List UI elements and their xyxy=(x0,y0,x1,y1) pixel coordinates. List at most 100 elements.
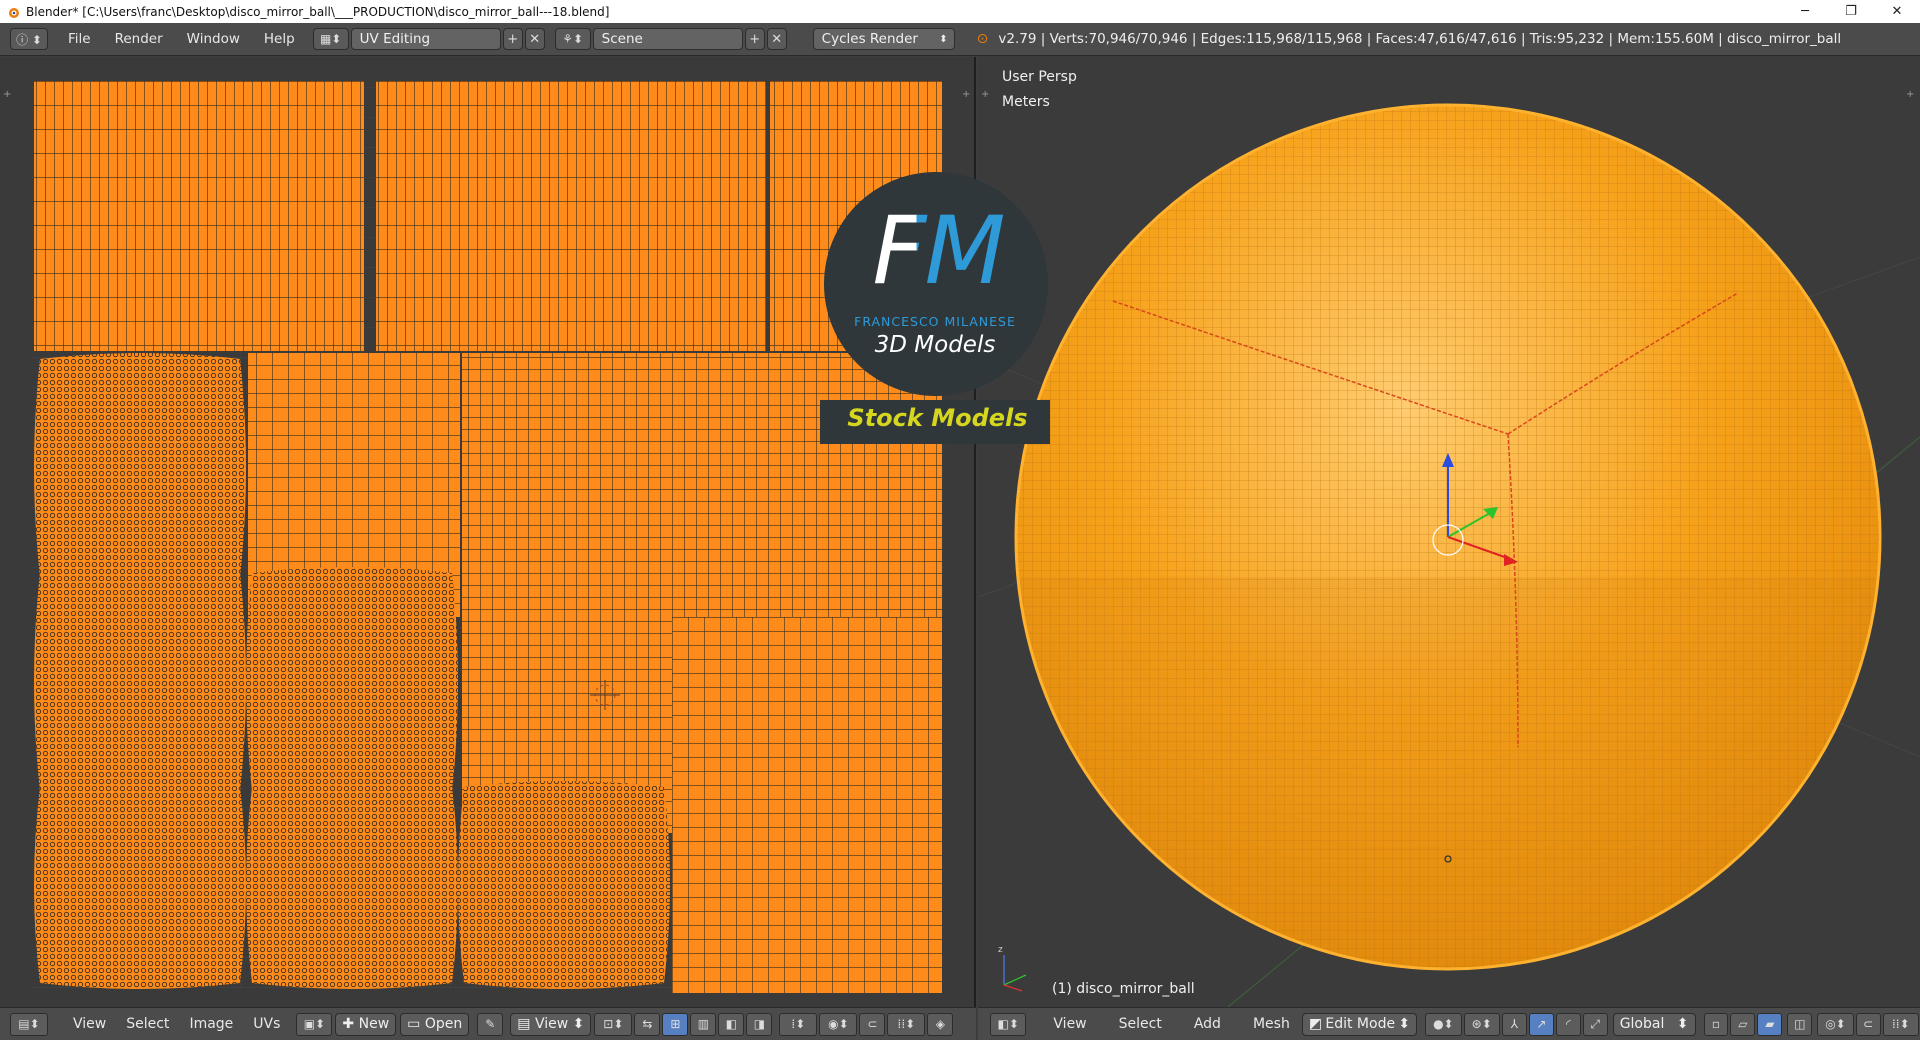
scene-selector-button[interactable]: ⚘⬍ xyxy=(554,28,591,50)
snap-element-icon: ⁞⁞⬍ xyxy=(1891,1017,1910,1031)
face-select-mode[interactable]: ▰ xyxy=(1757,1012,1783,1036)
scopes-button[interactable]: ◈ xyxy=(927,1012,954,1036)
magnet-icon: ⊂ xyxy=(867,1017,878,1031)
proportional-edit-toggle[interactable]: ◉⬍ xyxy=(819,1012,858,1036)
pivot-select[interactable]: ⊡⬍ xyxy=(594,1012,633,1036)
image-browse-button[interactable]: ▣⬍ xyxy=(296,1012,333,1036)
plus-icon: + xyxy=(749,31,761,47)
3d-viewport[interactable]: z + + User Persp Meters (1) disco_mirror… xyxy=(978,57,1920,1007)
scale-manipulator[interactable]: ⤢ xyxy=(1582,1012,1608,1036)
v3d-menu-view[interactable]: View xyxy=(1043,1016,1096,1032)
svg-text:z: z xyxy=(998,945,1003,955)
menu-help[interactable]: Help xyxy=(252,31,307,47)
snap-element-select[interactable]: ⁞⁞⬍ xyxy=(1882,1012,1919,1036)
sync-selection-toggle[interactable]: ⇆ xyxy=(634,1012,661,1036)
info-header: ⓘ ⬍ File Render Window Help ▦⬍ UV Editin… xyxy=(0,23,1920,56)
occlude-icon: ◫ xyxy=(1794,1017,1806,1031)
pivot-icon: ⊛⬍ xyxy=(1471,1017,1492,1031)
v3d-menu-mesh[interactable]: Mesh xyxy=(1243,1016,1300,1032)
scene-name: Scene xyxy=(601,31,643,47)
new-image-button[interactable]: ✚ New xyxy=(335,1012,397,1036)
dropdown-arrows-icon: ⬍ xyxy=(1398,1016,1411,1032)
minimize-button[interactable]: ─ xyxy=(1782,0,1828,23)
editor-type-button[interactable]: ⓘ ⬍ xyxy=(10,28,48,50)
island-select-mode[interactable]: ◨ xyxy=(746,1012,773,1036)
view-mode-select[interactable]: ▤ View ⬍ xyxy=(510,1012,592,1036)
svg-text:+: + xyxy=(981,89,989,100)
blender-logo-icon xyxy=(9,7,19,18)
view-mode-icon: ▤ xyxy=(517,1016,535,1032)
vertex-select-mode[interactable]: ⊞ xyxy=(662,1012,689,1036)
uv-editor-header: ▤⬍ View Select Image UVs ▣⬍ ✚ New ▭ Open… xyxy=(0,1007,976,1040)
snap-element-icon: ⁞⁞⬍ xyxy=(897,1017,916,1031)
vertex-select-icon: ⊞ xyxy=(670,1017,681,1031)
close-button[interactable]: ✕ xyxy=(1874,0,1920,23)
maximize-button[interactable]: ❐ xyxy=(1828,0,1874,23)
face-select-mode[interactable]: ◧ xyxy=(718,1012,745,1036)
v3d-menu-add[interactable]: Add xyxy=(1184,1016,1231,1032)
snap-toggle[interactable]: ⊂ xyxy=(1855,1012,1881,1036)
logo-company: FRANCESCO MILANESE xyxy=(854,314,1016,329)
add-scene-button[interactable]: + xyxy=(744,28,765,50)
uv-menu-select[interactable]: Select xyxy=(116,1016,179,1032)
editor-type-button[interactable]: ◧⬍ xyxy=(990,1012,1027,1036)
menu-render[interactable]: Render xyxy=(103,31,175,47)
snap-toggle[interactable]: ⊂ xyxy=(859,1012,886,1036)
vertex-select-icon: ▫ xyxy=(1711,1017,1721,1031)
menu-file[interactable]: File xyxy=(56,31,103,47)
translate-manipulator[interactable]: ↗ xyxy=(1528,1012,1554,1036)
edge-select-mode[interactable]: ▱ xyxy=(1730,1012,1756,1036)
image-editor-icon: ▤⬍ xyxy=(18,1017,40,1031)
delete-scene-button[interactable]: ✕ xyxy=(766,28,787,50)
layout-name-field[interactable]: UV Editing xyxy=(350,28,501,50)
logo-banner: Stock Models xyxy=(847,404,1028,432)
scale-icon: ⤢ xyxy=(1590,1016,1601,1031)
interaction-mode-select[interactable]: ◩ Edit Mode ⬍ xyxy=(1301,1012,1418,1036)
rotate-manipulator[interactable]: ◜ xyxy=(1555,1012,1581,1036)
proportional-edit-icon: ◉⬍ xyxy=(828,1017,849,1031)
v3d-menu-select[interactable]: Select xyxy=(1109,1016,1172,1032)
add-layout-button[interactable]: + xyxy=(502,28,523,50)
x-icon: ✕ xyxy=(529,31,541,47)
uv-menu-uvs[interactable]: UVs xyxy=(243,1016,290,1032)
x-icon: ✕ xyxy=(771,31,783,47)
layout-name: UV Editing xyxy=(359,31,431,47)
uv-menu-image[interactable]: Image xyxy=(179,1016,243,1032)
folder-icon: ▭ xyxy=(407,1016,425,1032)
window-title: Blender* [C:\Users\franc\Desktop\disco_m… xyxy=(26,4,610,19)
render-engine-select[interactable]: Cycles Render ⬍ xyxy=(812,28,955,50)
viewport-canvas[interactable]: z + + xyxy=(978,57,1920,1007)
svg-text:+: + xyxy=(962,89,970,100)
editor-type-button[interactable]: ▤⬍ xyxy=(10,1012,48,1036)
occlude-geometry-toggle[interactable]: ◫ xyxy=(1787,1012,1813,1036)
pivot-point-select[interactable]: ⊛⬍ xyxy=(1463,1012,1500,1036)
viewport-shading-select[interactable]: ●⬍ xyxy=(1425,1012,1462,1036)
sticky-select-mode[interactable]: ⁞⬍ xyxy=(779,1012,818,1036)
pin-button[interactable]: ✎ xyxy=(477,1012,504,1036)
sync-icon: ⇆ xyxy=(642,1017,653,1031)
edit-mode-icon: ◩ xyxy=(1308,1016,1323,1032)
logo-letters: FM xyxy=(848,202,1028,302)
proportional-edit-toggle[interactable]: ◎⬍ xyxy=(1817,1012,1854,1036)
face-select-icon: ◧ xyxy=(725,1017,738,1031)
pivot-icon: ⊡⬍ xyxy=(603,1017,624,1031)
delete-layout-button[interactable]: ✕ xyxy=(524,28,545,50)
manipulator-icon: ⅄ xyxy=(1510,1017,1519,1031)
3d-view-header: ◧⬍ View Select Add Mesh ◩ Edit Mode ⬍ ●⬍… xyxy=(978,1007,1920,1040)
plus-icon: ✚ xyxy=(342,1016,359,1032)
uv-menu-view[interactable]: View xyxy=(63,1016,116,1032)
interaction-mode-label: Edit Mode xyxy=(1325,1016,1396,1032)
face-select-icon: ▰ xyxy=(1765,1017,1775,1031)
island-select-icon: ◨ xyxy=(753,1017,766,1031)
edge-select-mode[interactable]: ▥ xyxy=(690,1012,717,1036)
edge-select-icon: ▱ xyxy=(1738,1017,1748,1031)
open-image-button[interactable]: ▭ Open xyxy=(400,1012,470,1036)
transform-orientation-select[interactable]: Global ⬍ xyxy=(1612,1012,1696,1036)
manipulator-toggle[interactable]: ⅄ xyxy=(1501,1012,1527,1036)
watermark-logo: FM FRANCESCO MILANESE 3D Models Stock Mo… xyxy=(820,172,1050,444)
vertex-select-mode[interactable]: ▫ xyxy=(1703,1012,1729,1036)
layout-selector-button[interactable]: ▦⬍ xyxy=(312,28,349,50)
scene-name-field[interactable]: Scene xyxy=(592,28,743,50)
menu-window[interactable]: Window xyxy=(175,31,252,47)
snap-element-select[interactable]: ⁞⁞⬍ xyxy=(887,1012,926,1036)
